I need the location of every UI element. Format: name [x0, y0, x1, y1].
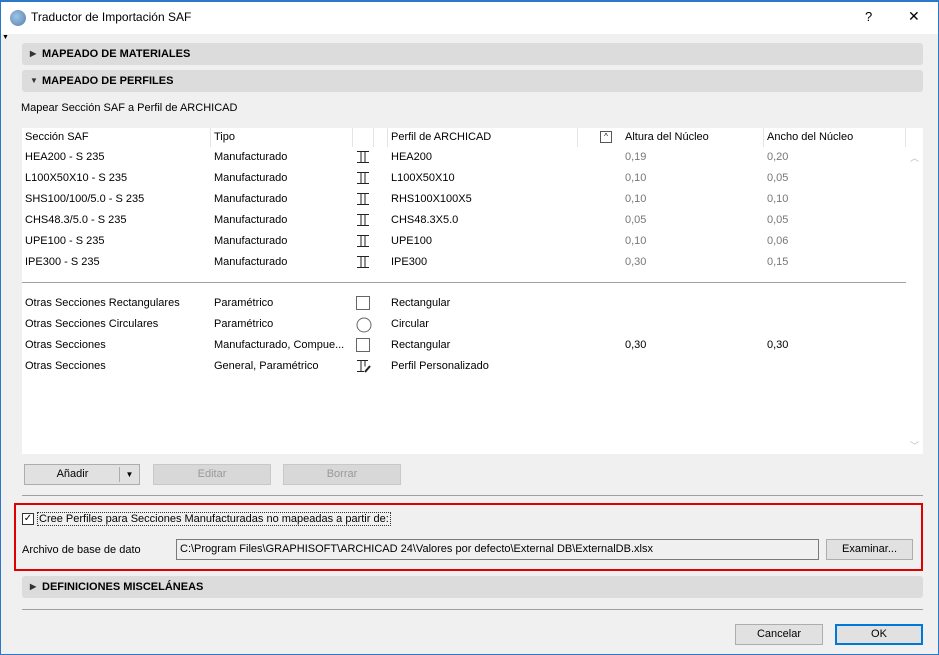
row-altura: 0,19 — [625, 151, 647, 163]
section-title: MAPEADO DE MATERIALES — [42, 48, 191, 60]
row-ancho: 0,15 — [767, 256, 789, 268]
table-separator — [22, 282, 906, 283]
row-saf: CHS48.3/5.0 - S 235 — [25, 214, 127, 226]
close-button[interactable]: ✕ — [908, 8, 920, 25]
row-altura: 0,05 — [625, 214, 647, 226]
expand-icon: ▶ — [30, 582, 37, 591]
row-ancho: 0,05 — [767, 214, 789, 226]
row-tipo: General, Paramétrico — [214, 360, 319, 372]
ok-button[interactable]: OK — [835, 624, 923, 645]
rectangle-icon — [356, 296, 370, 316]
divider — [22, 609, 923, 610]
cancel-button[interactable]: Cancelar — [735, 624, 823, 645]
row-altura: 0,10 — [625, 172, 647, 184]
i-beam-icon — [356, 150, 370, 170]
browse-button[interactable]: Examinar... — [826, 539, 913, 560]
column-header[interactable]: Sección SAF — [22, 128, 211, 147]
column-header[interactable] — [374, 128, 388, 147]
divider — [22, 495, 923, 496]
file-label: Archivo de base de dato — [22, 544, 141, 556]
dropdown-arrow-icon[interactable]: ▼ — [119, 467, 139, 482]
row-perfil: Circular — [391, 318, 429, 330]
i-beam-icon — [356, 234, 370, 254]
row-altura: 0,10 — [625, 193, 647, 205]
delete-button[interactable]: Borrar — [283, 464, 401, 485]
row-tipo: Manufacturado — [214, 256, 288, 268]
row-tipo: Manufacturado, Compue... — [214, 339, 345, 351]
section-title: MAPEADO DE PERFILES — [42, 75, 174, 87]
row-saf: Otras Secciones Circulares — [25, 318, 159, 330]
row-ancho: 0,20 — [767, 151, 789, 163]
row-tipo: Manufacturado — [214, 172, 288, 184]
column-header[interactable]: Altura del Núcleo — [622, 128, 764, 147]
row-saf: UPE100 - S 235 — [25, 235, 105, 247]
scroll-down-icon[interactable]: ﹀ — [910, 439, 919, 452]
row-saf: IPE300 - S 235 — [25, 256, 100, 268]
row-perfil: Perfil Personalizado — [391, 360, 489, 372]
flag-icon: ^ — [600, 131, 612, 143]
row-saf: Otras Secciones — [25, 339, 106, 351]
i-beam-icon — [356, 171, 370, 191]
row-saf: L100X50X10 - S 235 — [25, 172, 128, 184]
collapse-icon: ▼ — [30, 76, 38, 85]
scroll-up-icon[interactable]: ︿ — [910, 151, 919, 164]
profile-mapping-table: Sección SAF Tipo Perfil de ARCHICAD ^ Al… — [22, 128, 923, 454]
database-path-input[interactable]: C:\Program Files\GRAPHISOFT\ARCHICAD 24\… — [176, 539, 819, 560]
row-altura: 0,30 — [625, 339, 647, 351]
row-perfil: IPE300 — [391, 256, 428, 268]
add-button[interactable]: Añadir ▼ — [24, 464, 140, 485]
column-header[interactable] — [353, 128, 374, 147]
column-header-flag[interactable]: ^ — [578, 128, 622, 147]
row-ancho: 0,05 — [767, 172, 789, 184]
row-tipo: Manufacturado — [214, 214, 288, 226]
section-misc[interactable]: ▶ DEFINICIONES MISCELÁNEAS — [22, 576, 923, 598]
row-altura: 0,30 — [625, 256, 647, 268]
i-beam-icon — [356, 213, 370, 233]
row-saf: HEA200 - S 235 — [25, 151, 105, 163]
row-saf: Otras Secciones Rectangulares — [25, 297, 180, 309]
column-header[interactable]: Perfil de ARCHICAD — [388, 128, 578, 147]
row-perfil: Rectangular — [391, 297, 451, 309]
row-ancho: 0,06 — [767, 235, 789, 247]
row-perfil: HEA200 — [391, 151, 432, 163]
window-title: Traductor de Importación SAF — [31, 10, 192, 24]
profiles-subtitle: Mapear Sección SAF a Perfil de ARCHICAD — [21, 102, 238, 114]
column-header[interactable]: Tipo — [211, 128, 353, 147]
expand-icon: ▶ — [30, 49, 37, 58]
scrollbar[interactable]: ︿ ﹀ — [906, 147, 923, 454]
section-materials[interactable]: ▶ MAPEADO DE MATERIALES — [22, 43, 923, 65]
row-tipo: Manufacturado — [214, 235, 288, 247]
row-altura: 0,10 — [625, 235, 647, 247]
row-saf: Otras Secciones — [25, 360, 106, 372]
row-perfil: UPE100 — [391, 235, 432, 247]
title-bar: Traductor de Importación SAF ? ✕ — [1, 2, 938, 34]
edit-button[interactable]: Editar — [153, 464, 271, 485]
i-beam-icon — [356, 192, 370, 212]
section-title: DEFINICIONES MISCELÁNEAS — [42, 581, 204, 593]
row-tipo: Manufacturado — [214, 151, 288, 163]
row-tipo: Manufacturado — [214, 193, 288, 205]
circle-icon — [356, 317, 372, 337]
help-button[interactable]: ? — [865, 9, 872, 24]
row-ancho: 0,10 — [767, 193, 789, 205]
row-perfil: L100X50X10 — [391, 172, 455, 184]
add-label: Añadir — [56, 468, 89, 480]
app-icon — [10, 10, 26, 26]
row-perfil: Rectangular — [391, 339, 451, 351]
row-ancho: 0,30 — [767, 339, 789, 351]
row-perfil: RHS100X100X5 — [391, 193, 472, 205]
row-tipo: Paramétrico — [214, 297, 274, 309]
create-profiles-label[interactable]: Cree Perfiles para Secciones Manufactura… — [37, 512, 391, 526]
column-header[interactable]: Ancho del Núcleo — [764, 128, 906, 147]
rectangle-icon — [356, 338, 370, 358]
section-profiles[interactable]: ▼ MAPEADO DE PERFILES — [22, 70, 923, 92]
create-profiles-checkbox[interactable]: ✓ — [22, 513, 34, 525]
custom-profile-icon — [356, 359, 372, 379]
i-beam-icon — [356, 255, 370, 275]
collapse-arrow-icon: ▼ — [2, 34, 9, 41]
row-perfil: CHS48.3X5.0 — [391, 214, 459, 226]
row-saf: SHS100/100/5.0 - S 235 — [25, 193, 145, 205]
dialog-window: Traductor de Importación SAF ? ✕ ▼ ▶ MAPE… — [0, 0, 939, 655]
row-tipo: Paramétrico — [214, 318, 274, 330]
